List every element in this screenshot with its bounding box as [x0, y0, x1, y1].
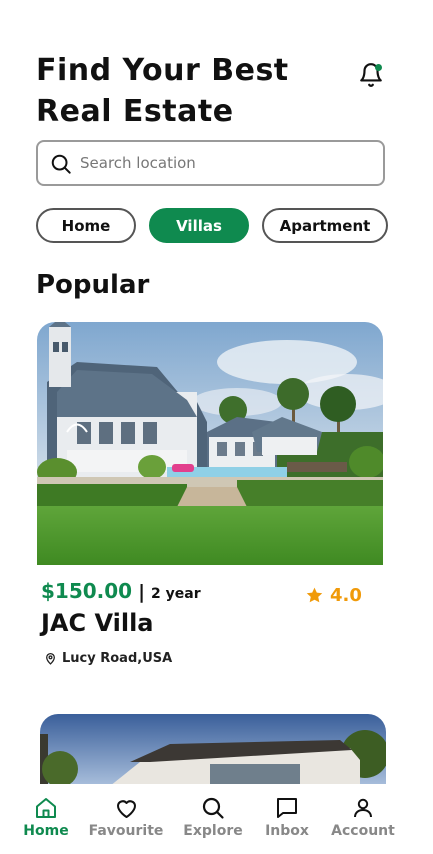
listing-photo-2 — [40, 714, 386, 786]
listing-photo — [37, 322, 383, 565]
nav-favourite[interactable]: Favourite — [81, 796, 171, 839]
nav-account-label: Account — [331, 823, 395, 839]
user-icon — [354, 798, 372, 818]
category-chip-apartment[interactable]: Apartment — [262, 208, 388, 243]
category-chip-villas[interactable]: Villas — [149, 208, 249, 243]
notification-dot — [375, 64, 382, 71]
search-input[interactable] — [80, 150, 370, 176]
home-icon — [36, 798, 56, 818]
price-row: $150.00 | 2 year — [41, 579, 201, 603]
search-icon — [51, 154, 71, 174]
nav-favourite-label: Favourite — [88, 823, 164, 839]
bottom-navigation: Home Favourite Explore Inbox Account — [0, 784, 433, 854]
page-header: Find Your Best Real Estate — [36, 50, 396, 132]
listing-price: $150.00 — [41, 579, 133, 603]
heart-icon — [116, 800, 136, 818]
location-pin-icon — [46, 652, 55, 665]
section-title: Popular — [36, 270, 150, 300]
nav-explore-label: Explore — [183, 823, 243, 839]
star-icon — [306, 587, 323, 603]
category-chip-home[interactable]: Home — [36, 208, 136, 243]
nav-account[interactable]: Account — [318, 796, 408, 839]
listing-card-2[interactable] — [40, 714, 386, 786]
price-separator: | — [138, 581, 146, 603]
nav-home[interactable]: Home — [1, 796, 91, 839]
listing-period: 2 year — [151, 586, 201, 602]
listing-title: JAC Villa — [41, 609, 154, 637]
location-text: Lucy Road,USA — [62, 651, 173, 666]
rating-value: 4.0 — [330, 585, 362, 606]
nav-inbox-label: Inbox — [265, 823, 309, 839]
nav-home-label: Home — [23, 823, 69, 839]
listing-location: Lucy Road,USA — [44, 651, 172, 666]
chat-icon — [277, 798, 297, 818]
listing-card[interactable]: $150.00 | 2 year 4.0 JAC Villa Lucy Road… — [37, 322, 383, 666]
listing-rating: 4.0 — [305, 585, 362, 606]
search-icon — [202, 797, 224, 819]
page-title: Find Your Best Real Estate — [36, 53, 289, 129]
search-bar[interactable] — [36, 140, 385, 186]
